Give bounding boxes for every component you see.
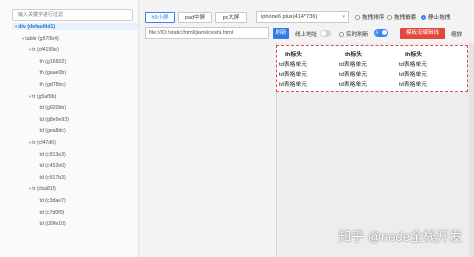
- leaf-spacer: [36, 59, 39, 64]
- tree-node-label: tr (cf4199e): [32, 47, 59, 54]
- tree-node-label: td (i39fe10): [39, 221, 66, 228]
- table-header-cell[interactable]: th标头: [285, 49, 302, 58]
- large-screen-button[interactable]: pc大屏: [215, 12, 247, 23]
- chevron-down-icon: ▾: [342, 14, 345, 20]
- tree-node[interactable]: ▾tr (cf47d6): [29, 139, 56, 147]
- url-input[interactable]: file:///D:/static/html/jiami/ceshi.html: [145, 27, 269, 39]
- tree-node[interactable]: td (g8e9e93): [36, 116, 69, 124]
- tree-node[interactable]: td (c917b3): [36, 174, 66, 182]
- tree-node-label: tr (g5af9b): [32, 93, 57, 100]
- caret-down-icon[interactable]: ▾: [29, 140, 31, 145]
- online-address-label: 线上地址: [295, 32, 318, 38]
- static-sort-radio[interactable]: 静止拖拽: [421, 13, 450, 21]
- tree-node[interactable]: ▾div (defaultId1): [15, 23, 55, 31]
- tree-filter-input[interactable]: [12, 9, 133, 21]
- tree-node-label: td (c3dae7): [39, 198, 66, 204]
- table-cell[interactable]: td表格单元: [279, 59, 307, 68]
- tree-node-label: tr (cf47d6): [32, 140, 56, 146]
- leaf-spacer: [36, 128, 39, 133]
- tree-node-label: td (g8e9e93): [39, 116, 69, 123]
- caret-down-icon[interactable]: ▾: [15, 24, 17, 29]
- device-select-value: iphone6 plus(414*736): [261, 14, 318, 20]
- tree-node[interactable]: th (g16602): [36, 58, 67, 66]
- leaf-spacer: [36, 210, 39, 215]
- table-cell[interactable]: td表格单元: [339, 59, 367, 68]
- leaf-spacer: [36, 221, 39, 226]
- caret-down-icon[interactable]: ▾: [22, 36, 24, 41]
- tree-node-label: tr (cba81f): [32, 186, 56, 193]
- realtime-refresh-radio[interactable]: 实时刷新: [339, 30, 368, 38]
- leaf-spacer: [36, 152, 39, 157]
- tree-node-label: th (g16602): [39, 58, 67, 65]
- radio-selected-icon: [421, 15, 426, 21]
- table-cell[interactable]: td表格单元: [399, 59, 427, 68]
- tree-node-label: td (g920bb): [39, 105, 67, 112]
- leaf-spacer: [36, 70, 39, 75]
- tree-node[interactable]: ▾tr (g5af9b): [29, 93, 56, 101]
- caret-down-icon[interactable]: ▾: [29, 94, 31, 99]
- caret-down-icon[interactable]: ▾: [29, 47, 31, 52]
- tree-node[interactable]: th (gd78bc): [36, 81, 66, 89]
- drag-sort-label: 拖拽排序: [362, 15, 385, 21]
- small-screen-button[interactable]: h5小屏: [145, 12, 175, 23]
- table-cell[interactable]: td表格单元: [339, 79, 367, 88]
- drag-nest-radio[interactable]: 拖拽嵌套: [387, 13, 416, 21]
- medium-screen-button[interactable]: pad中屏: [178, 12, 212, 23]
- tree-node[interactable]: ▾table (g570b4): [22, 35, 59, 43]
- table-cell[interactable]: td表格单元: [339, 69, 367, 78]
- static-sort-label: 静止拖拽: [428, 15, 451, 21]
- tree-node[interactable]: th (gaae0b): [36, 69, 67, 77]
- leaf-spacer: [36, 82, 39, 87]
- tree-node[interactable]: td (c7d0f9): [36, 209, 65, 217]
- device-select[interactable]: iphone6 plus(414*736) ▾: [256, 11, 349, 23]
- scrollbar[interactable]: [469, 43, 474, 257]
- tree-node-label: td (c7d0f9): [39, 209, 65, 216]
- element-tree-panel: ▾div (defaultId1)▾table (g570b4)▾tr (cf4…: [0, 0, 139, 257]
- template-edit-button[interactable]: 模板没编辑线: [400, 28, 445, 39]
- zoom-label[interactable]: 缩放: [451, 30, 462, 38]
- online-address-toggle[interactable]: [320, 30, 331, 37]
- leaf-spacer: [36, 105, 39, 110]
- tree-node[interactable]: td (c452e0): [36, 162, 66, 170]
- tree-node-label: table (g570b4): [25, 35, 59, 42]
- drag-sort-radio[interactable]: 拖拽排序: [355, 13, 384, 21]
- tree-node-label: td (c452e0): [39, 163, 66, 170]
- radio-icon: [339, 32, 344, 38]
- tree-node[interactable]: td (i39fe10): [36, 220, 66, 228]
- radio-icon: [387, 15, 392, 21]
- table-cell[interactable]: td表格单元: [399, 79, 427, 88]
- refresh-button[interactable]: 刷新: [273, 28, 289, 39]
- leaf-spacer: [36, 175, 39, 180]
- tree-node[interactable]: td (c913e3): [36, 151, 66, 159]
- table-cell[interactable]: td表格单元: [279, 69, 307, 78]
- table-header-cell[interactable]: th标头: [345, 49, 362, 58]
- leaf-spacer: [36, 198, 39, 203]
- tree-node-label: th (gaae0b): [39, 70, 67, 77]
- tree-node[interactable]: td (c3dae7): [36, 197, 66, 205]
- leaf-spacer: [36, 163, 39, 168]
- tree-node-label: td (gea8dc): [39, 128, 66, 135]
- tree-node-label: td (c913e3): [39, 151, 66, 158]
- tree-node-label: td (c917b3): [39, 174, 66, 181]
- tree-node[interactable]: td (g920bb): [36, 104, 67, 112]
- toggle-on-text: 开: [375, 30, 379, 35]
- preview-table[interactable]: th标头 th标头 th标头 td表格单元 td表格单元 td表格单元 td表格单元 td表格…: [276, 45, 468, 92]
- radio-icon: [355, 15, 360, 21]
- leaf-spacer: [36, 117, 39, 122]
- tree-node[interactable]: ▾tr (cf4199e): [29, 46, 59, 54]
- caret-down-icon[interactable]: ▾: [29, 186, 31, 191]
- table-header-cell[interactable]: th标头: [405, 49, 422, 58]
- realtime-refresh-label: 实时刷新: [346, 32, 369, 38]
- tree-node[interactable]: td (gea8dc): [36, 127, 66, 135]
- table-cell[interactable]: td表格单元: [279, 79, 307, 88]
- realtime-toggle[interactable]: 开: [374, 29, 388, 37]
- tree-node[interactable]: ▾tr (cba81f): [29, 185, 56, 193]
- drag-nest-label: 拖拽嵌套: [394, 15, 417, 21]
- tree-node-label: th (gd78bc): [39, 82, 66, 88]
- table-cell[interactable]: td表格单元: [399, 69, 427, 78]
- tree-node-label: div (defaultId1): [18, 24, 56, 30]
- watermark: 知乎 @node全栈开发: [338, 229, 462, 244]
